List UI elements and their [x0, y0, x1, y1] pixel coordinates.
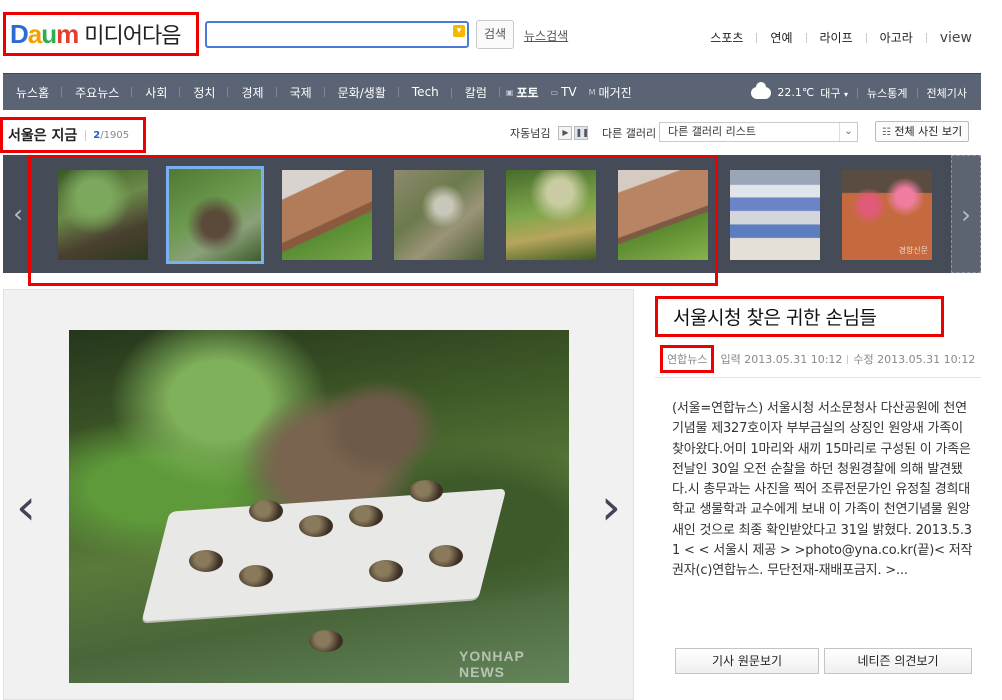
weather-temp: 22.1℃ — [777, 86, 815, 99]
daum-logo: Daum — [10, 18, 79, 49]
divider — [916, 87, 918, 98]
top-link-view[interactable]: view — [940, 30, 972, 46]
duckling — [369, 560, 403, 582]
chevron-right-icon[interactable]: › — [951, 155, 981, 273]
chevron-left-icon[interactable]: ‹ — [11, 482, 41, 532]
weather-city[interactable]: 대구 ▾ — [820, 85, 848, 101]
nav-item-photo[interactable]: ▣ 포토 — [500, 84, 545, 101]
magazine-icon: M — [588, 87, 596, 97]
nav-item-magazine[interactable]: M 매거진 — [583, 84, 638, 101]
article-source[interactable]: 연합뉴스 — [660, 345, 715, 373]
main-photo[interactable]: YONHAP NEWS — [69, 330, 569, 683]
chevron-down-icon: ⌄ — [839, 123, 857, 141]
nav-item-news-home[interactable]: 뉴스홈 — [3, 84, 63, 101]
media-daum-title: 미디어다음 — [84, 24, 181, 49]
gallery-title: 서울은 지금 — [8, 128, 78, 144]
thumbnail[interactable] — [730, 170, 820, 260]
nav-link-all-articles[interactable]: 전체기사 — [927, 85, 967, 101]
other-gallery-select[interactable]: 다른 갤러리 리스트 ⌄ — [659, 122, 858, 142]
duckling — [409, 480, 443, 502]
view-original-button[interactable]: 기사 원문보기 — [675, 648, 819, 674]
thumbnail[interactable] — [394, 170, 484, 260]
gallery-counter: 2/1905 — [85, 129, 129, 141]
duckling — [299, 515, 333, 537]
divider — [847, 354, 849, 364]
main-nav: 뉴스홈 주요뉴스 사회 정치 경제 국제 문화/생활 Tech 칼럼 ▣ 포토 ▭… — [3, 73, 981, 110]
gallery-title-box: 서울은 지금 2/1905 — [0, 117, 146, 153]
nav-item-politics[interactable]: 정치 — [180, 84, 229, 101]
tv-icon: ▭ — [550, 87, 559, 97]
top-link-entertainment[interactable]: 연예 — [770, 29, 792, 46]
nav-link-news-stats[interactable]: 뉴스통계 — [867, 85, 907, 101]
netizen-opinion-button[interactable]: 네티즌 의견보기 — [824, 648, 972, 674]
divider — [655, 377, 981, 378]
published-date: 입력 2013.05.31 10:12 — [720, 353, 843, 366]
autoplay-controls: 자동넘김 ▶ ❚❚ — [510, 125, 589, 141]
duckling — [349, 505, 383, 527]
thumbnail-strip: ‹ 경향신문 › — [3, 155, 981, 273]
search-button[interactable]: 검색 — [476, 20, 514, 49]
top-link-sports[interactable]: 스포츠 — [710, 29, 743, 46]
divider — [756, 32, 758, 43]
logo[interactable]: Daum 미디어다음 — [3, 12, 199, 56]
duckling — [249, 500, 283, 522]
article-body: (서울=연합뉴스) 서울시청 서소문청사 다산공원에 천연기념물 제327호이자… — [672, 401, 973, 579]
chevron-left-icon[interactable]: ‹ — [3, 155, 33, 273]
nav-right: 22.1℃ 대구 ▾ 뉴스통계 전체기사 — [751, 74, 967, 111]
thumbnail[interactable]: 경향신문 — [842, 170, 932, 260]
thumbnail[interactable] — [506, 170, 596, 260]
cloud-icon — [751, 81, 772, 99]
top-link-agora[interactable]: 아고라 — [880, 29, 913, 46]
nav-item-top-news[interactable]: 주요뉴스 — [62, 84, 133, 101]
duckling — [239, 565, 273, 587]
modified-date: 수정 2013.05.31 10:12 — [853, 353, 976, 366]
thumbnail[interactable] — [282, 170, 372, 260]
article-title-box: 서울시청 찾은 귀한 손님들 — [655, 296, 944, 337]
nav-item-economy[interactable]: 경제 — [228, 84, 277, 101]
news-search-link[interactable]: 뉴스검색 — [524, 27, 568, 44]
nav-item-society[interactable]: 사회 — [132, 84, 181, 101]
autoplay-label: 자동넘김 — [510, 127, 551, 140]
divider — [805, 32, 807, 43]
chevron-right-icon[interactable]: › — [596, 482, 626, 532]
divider — [857, 87, 859, 98]
all-photos-button[interactable]: ☷ 전체 사진 보기 — [875, 121, 969, 142]
thumbnail[interactable] — [618, 170, 708, 260]
duckling — [309, 630, 343, 652]
article-title: 서울시청 찾은 귀한 손님들 — [673, 307, 877, 329]
nav-item-tech[interactable]: Tech — [399, 85, 452, 99]
nav-item-tv[interactable]: ▭ TV — [545, 85, 583, 99]
article-meta: 연합뉴스 입력 2013.05.31 10:12 수정 2013.05.31 1… — [660, 344, 980, 374]
photo-watermark: YONHAP NEWS — [459, 648, 525, 680]
thumbnail[interactable] — [58, 170, 148, 260]
divider — [865, 32, 867, 43]
duckling — [429, 545, 463, 567]
chevron-down-icon: ▾ — [844, 89, 849, 99]
nav-item-world[interactable]: 국제 — [277, 84, 325, 101]
other-gallery-label: 다른 갤러리 — [602, 127, 657, 140]
play-icon[interactable]: ▶ — [558, 126, 573, 140]
thumbnail-watermark: 경향신문 — [898, 246, 928, 255]
search-dropdown-icon[interactable]: ▾ — [453, 25, 465, 37]
search-input[interactable]: ▾ — [205, 21, 469, 48]
camera-icon: ▣ — [505, 87, 514, 97]
thumbnail-selected[interactable] — [166, 166, 264, 264]
pause-icon[interactable]: ❚❚ — [574, 126, 589, 140]
nav-item-column[interactable]: 칼럼 — [452, 84, 500, 101]
nav-item-culture[interactable]: 문화/생활 — [325, 84, 400, 101]
divider — [925, 32, 927, 43]
duckling — [189, 550, 223, 572]
top-links: 스포츠 연예 라이프 아고라 view — [710, 29, 972, 46]
grid-icon: ☷ — [881, 127, 891, 138]
header: Daum 미디어다음 ▾ 검색 뉴스검색 스포츠 연예 라이프 아고라 view — [0, 0, 1002, 70]
top-link-life[interactable]: 라이프 — [820, 29, 853, 46]
